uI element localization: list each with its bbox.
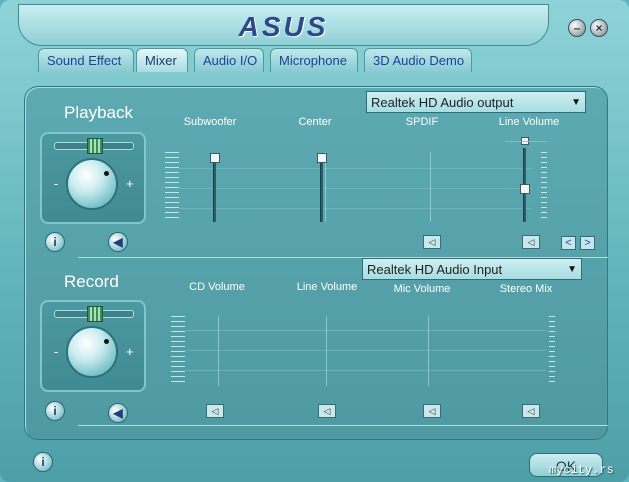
channel-label-cd-volume: CD Volume xyxy=(189,281,245,293)
channel-label-line-volume: Line Volume xyxy=(498,116,560,128)
record-balance-slider[interactable] xyxy=(54,306,134,322)
playback-speaker-icon[interactable]: ◀ xyxy=(108,232,128,252)
chevron-right-icon[interactable]: > xyxy=(580,236,595,250)
line-volume-scale xyxy=(541,152,547,222)
minimize-icon[interactable]: – xyxy=(568,19,586,37)
tab-mixer[interactable]: Mixer xyxy=(136,48,188,72)
knob-indicator xyxy=(104,171,109,176)
playback-device-select[interactable]: Realtek HD Audio output ▼ xyxy=(366,91,586,113)
record-device-value: Realtek HD Audio Input xyxy=(367,262,503,277)
playback-settings-icon[interactable]: i xyxy=(45,232,65,252)
watermark: mycity.rs xyxy=(549,463,614,477)
knob-indicator xyxy=(104,339,109,344)
chevron-left-icon[interactable]: < xyxy=(561,236,576,250)
record-level-scale xyxy=(171,316,185,386)
playback-balance-slider[interactable] xyxy=(54,138,134,154)
record-title: Record xyxy=(64,272,119,291)
playback-master-control: - + xyxy=(40,132,146,224)
asus-logo: ASUS xyxy=(238,11,329,42)
record-speaker-icon[interactable]: ◀ xyxy=(108,403,128,423)
playback-balance-thumb[interactable] xyxy=(87,138,103,154)
knob-plus-label: + xyxy=(126,344,134,359)
stereo-mix-scale xyxy=(549,316,555,386)
chevron-down-icon: ▼ xyxy=(571,97,581,108)
record-master-control: - + xyxy=(40,300,146,392)
info-icon[interactable]: i xyxy=(33,452,53,472)
record-device-select[interactable]: Realtek HD Audio Input ▼ xyxy=(362,258,582,280)
playback-level-scale xyxy=(165,152,179,222)
center-slider-thumb[interactable] xyxy=(317,153,327,163)
playback-volume-knob[interactable] xyxy=(66,158,118,210)
record-balance-thumb[interactable] xyxy=(87,306,103,322)
knob-minus-label: - xyxy=(54,176,59,191)
channel-label-spdif: SPDIF xyxy=(405,116,439,128)
channel-label-center: Center xyxy=(298,116,332,128)
cd-volume-mute-button[interactable]: ◁ xyxy=(206,404,224,418)
tab-sound-effect[interactable]: Sound Effect xyxy=(38,48,134,72)
chevron-down-icon: ▼ xyxy=(567,264,577,275)
tab-3d-audio-demo[interactable]: 3D Audio Demo xyxy=(364,48,472,72)
close-icon[interactable]: × xyxy=(590,19,608,37)
channel-label-stereo-mix: Stereo Mix xyxy=(499,283,553,295)
playback-device-value: Realtek HD Audio output xyxy=(371,95,514,110)
tab-microphone[interactable]: Microphone xyxy=(270,48,358,72)
channel-label-line-volume-rec: Line Volume xyxy=(296,281,358,293)
record-settings-icon[interactable]: i xyxy=(45,401,65,421)
record-volume-knob[interactable] xyxy=(66,326,118,378)
line-volume-mute-button[interactable]: ◁ xyxy=(522,235,540,249)
knob-minus-label: - xyxy=(54,344,59,359)
line-volume-rec-mute-button[interactable]: ◁ xyxy=(318,404,336,418)
stereo-mix-mute-button[interactable]: ◁ xyxy=(522,404,540,418)
knob-plus-label: + xyxy=(126,176,134,191)
mixer-window: ASUS – × Sound Effect Mixer Audio I/O Mi… xyxy=(0,0,629,482)
title-header: ASUS xyxy=(18,4,549,46)
mic-volume-mute-button[interactable]: ◁ xyxy=(423,404,441,418)
spdif-mute-button[interactable]: ◁ xyxy=(423,235,441,249)
playback-title: Playback xyxy=(64,103,133,122)
subwoofer-slider-thumb[interactable] xyxy=(210,153,220,163)
channel-label-subwoofer: Subwoofer xyxy=(183,116,237,128)
center-slider-track[interactable] xyxy=(320,154,323,222)
tab-audio-io[interactable]: Audio I/O xyxy=(194,48,264,72)
channel-label-mic-volume: Mic Volume xyxy=(393,283,451,295)
section-divider xyxy=(78,425,608,426)
subwoofer-slider-track[interactable] xyxy=(213,154,216,222)
line-volume-slider-thumb[interactable] xyxy=(520,184,530,194)
